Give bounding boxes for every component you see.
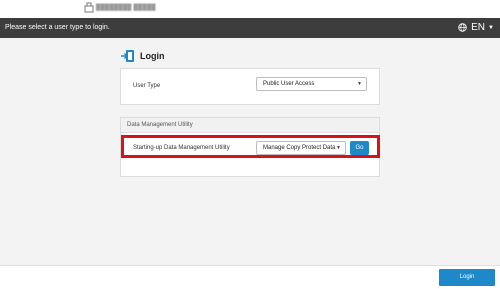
device-icon <box>84 2 94 13</box>
chevron-down-icon: ▼ <box>357 81 362 87</box>
header-bar: Please select a user type to login. EN ▼ <box>0 18 500 38</box>
highlight-box <box>121 135 380 158</box>
footer-bar: Login <box>0 265 500 289</box>
globe-icon <box>458 23 467 32</box>
top-bar: ████████ █████ <box>0 0 500 18</box>
user-type-value: Public User Access <box>263 81 315 87</box>
login-icon <box>121 50 134 62</box>
login-title: Login <box>140 51 165 61</box>
section-title: Data Management Utility <box>127 122 193 128</box>
device-name: ████████ █████ <box>96 5 156 11</box>
page-title: Login <box>120 48 165 64</box>
user-type-select[interactable]: Public User Access ▼ <box>256 77 367 91</box>
chevron-down-icon: ▼ <box>488 24 494 31</box>
section-header: Data Management Utility <box>121 118 379 133</box>
language-selector[interactable]: EN ▼ <box>458 22 494 33</box>
login-button[interactable]: Login <box>439 269 495 286</box>
user-type-label: User Type <box>133 83 161 89</box>
login-prompt: Please select a user type to login. <box>5 24 110 31</box>
language-label: EN <box>471 22 486 33</box>
